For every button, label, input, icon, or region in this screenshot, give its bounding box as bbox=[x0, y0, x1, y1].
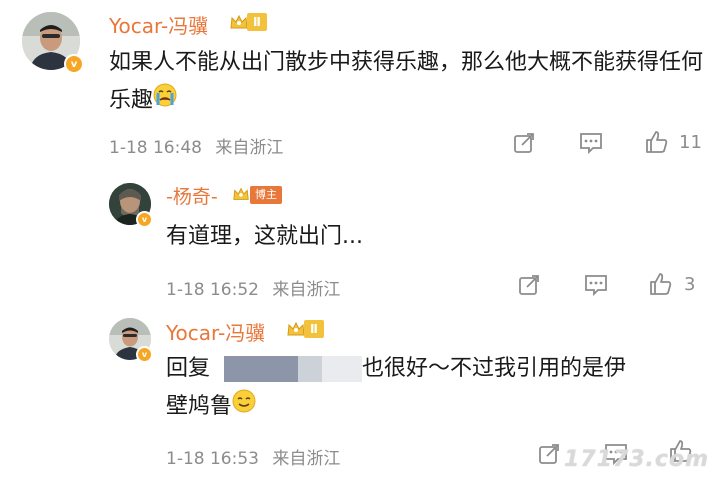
comment-text-line: 回复 也很好～不过我引用的是伊 bbox=[166, 350, 706, 388]
comment-date: 1-18 16:52 bbox=[166, 280, 259, 300]
comment-icon[interactable] bbox=[583, 273, 609, 297]
comment-text-body: 如果人不能从出门散步中获得乐趣，那么他大概不能获得任何乐趣 bbox=[109, 50, 704, 113]
crying-emoji-icon bbox=[153, 82, 177, 120]
crown-icon bbox=[233, 187, 249, 200]
like-icon[interactable] bbox=[644, 129, 670, 155]
crown-icon bbox=[230, 14, 248, 29]
smile-emoji-icon bbox=[232, 388, 256, 426]
like-count: 3 bbox=[684, 274, 696, 295]
comment-text: 如果人不能从出门散步中获得乐趣，那么他大概不能获得任何乐趣 bbox=[109, 44, 709, 120]
blogger-tag: 博主 bbox=[250, 186, 282, 204]
like-icon[interactable] bbox=[648, 271, 674, 297]
comment-text-line: 壁鸠鲁 bbox=[166, 388, 706, 426]
comment-location: 来自浙江 bbox=[272, 449, 341, 469]
comment-text: 回复 也很好～不过我引用的是伊 壁鸠鲁 bbox=[166, 350, 706, 426]
rank-badge: Ⅱ bbox=[229, 12, 267, 32]
comment-meta: 1-18 16:48 来自浙江 bbox=[109, 133, 283, 158]
comment-author[interactable]: Yocar-冯骥 bbox=[166, 317, 265, 346]
rank-level: Ⅱ bbox=[247, 13, 267, 31]
reply-text: 也很好～不过我引用的是伊 bbox=[362, 356, 627, 381]
comment-date: 1-18 16:53 bbox=[166, 449, 259, 469]
comment-text: 有道理，这就出门... bbox=[166, 224, 363, 249]
comment-meta: 1-18 16:52 来自浙江 bbox=[166, 275, 340, 300]
comment-icon[interactable] bbox=[578, 131, 604, 155]
reply-prefix: 回复 bbox=[166, 356, 211, 381]
verified-icon: v bbox=[136, 346, 153, 363]
comment-location: 来自浙江 bbox=[215, 138, 284, 158]
like-count: 11 bbox=[679, 132, 702, 153]
rank-level: Ⅱ bbox=[304, 320, 324, 338]
comment-meta: 1-18 16:53 来自浙江 bbox=[166, 444, 340, 469]
verified-icon: v bbox=[64, 54, 84, 74]
share-icon[interactable] bbox=[537, 442, 561, 466]
share-icon[interactable] bbox=[512, 131, 536, 155]
comment-location: 来自浙江 bbox=[272, 280, 341, 300]
redacted-username bbox=[210, 356, 363, 382]
crown-icon bbox=[287, 321, 305, 336]
verified-icon: v bbox=[136, 211, 153, 228]
comment-date: 1-18 16:48 bbox=[109, 138, 202, 158]
comment-author[interactable]: Yocar-冯骥 bbox=[109, 10, 208, 39]
share-icon[interactable] bbox=[517, 273, 541, 297]
rank-badge: Ⅱ bbox=[286, 319, 324, 339]
comment-author[interactable]: -杨奇- bbox=[166, 182, 218, 209]
watermark: 17173.com bbox=[564, 447, 709, 472]
reply-text-continued: 壁鸠鲁 bbox=[166, 394, 233, 419]
